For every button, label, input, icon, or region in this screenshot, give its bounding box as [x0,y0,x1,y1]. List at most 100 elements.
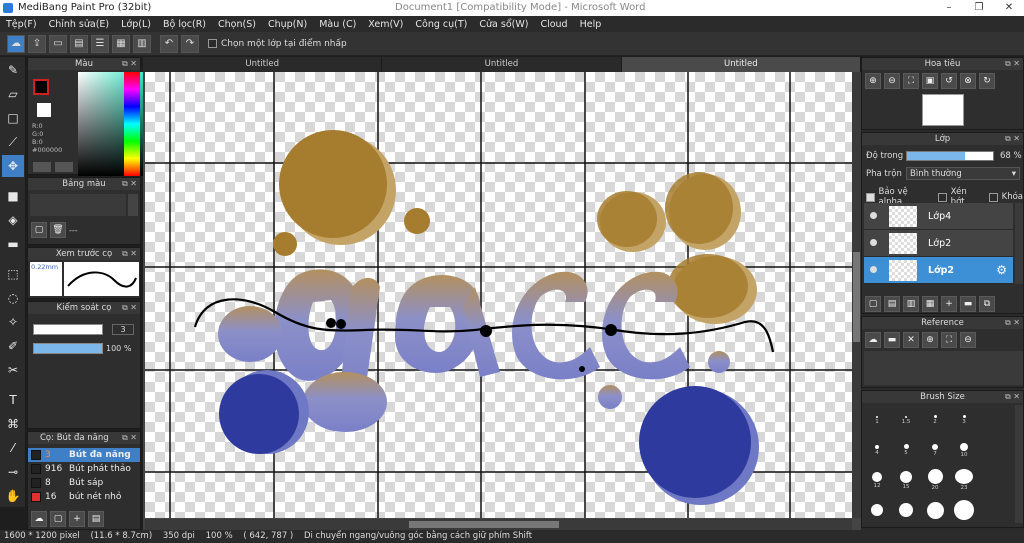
gear-icon[interactable]: ⚙ [996,263,1007,277]
brush-size-cell[interactable] [924,499,946,521]
background-color-swatch[interactable] [37,103,51,117]
canvas-vertical-scrollbar[interactable] [852,72,861,518]
panel-popout-icon[interactable]: ⧉ ✕ [1005,317,1020,329]
minimize-button[interactable]: – [934,0,964,16]
menu-view[interactable]: Xem(V) [368,19,403,30]
eye-icon[interactable] [870,239,877,246]
magic-wand-tool-icon[interactable]: ✧ [2,311,24,333]
menu-window[interactable]: Cửa sổ(W) [479,19,528,30]
redo-icon[interactable]: ↷ [181,34,199,53]
brush-size-cell[interactable]: 2 [924,409,946,431]
brush-size-cell[interactable]: 20 [924,469,946,491]
color-add-button[interactable] [33,162,51,172]
delete-icon[interactable]: ✕ [903,332,919,348]
text-tool-icon[interactable]: T [2,389,24,411]
swatch-scrollbar[interactable] [128,194,138,216]
select-pen-tool-icon[interactable]: ✐ [2,335,24,357]
brush-size-cell[interactable]: 12 [866,469,888,491]
panel-popout-icon[interactable]: ⧉ ✕ [1005,133,1020,145]
clipping-checkbox[interactable] [938,192,947,202]
dot-tool-icon[interactable]: ⟋ [2,131,24,153]
bucket-tool-icon[interactable]: ◈ [2,209,24,231]
brush-size-cell[interactable] [895,499,917,521]
gradient-tool-icon[interactable]: ▬ [2,233,24,255]
brush-size-cell[interactable]: 1.5 [895,409,917,431]
zoom-in-icon[interactable]: ⊕ [865,73,881,89]
lasso-tool-icon[interactable]: ◌ [2,287,24,309]
tab-untitled-2[interactable]: Untitled [382,57,622,72]
grid-icon[interactable]: ▦ [112,34,130,53]
select-layer-option[interactable]: Chọn một lớp tại điểm nhấp [208,39,347,49]
brush-size-cell[interactable]: 15 [895,469,917,491]
menu-cloud[interactable]: Cloud [540,19,567,30]
blend-mode-select[interactable]: Bình thường ▾ [906,167,1020,180]
select-eraser-tool-icon[interactable]: ✂ [2,359,24,381]
dropper-tool-icon[interactable]: ⊸ [2,461,24,483]
open-folder-icon[interactable]: ▬ [884,332,900,348]
navigator-thumbnail[interactable] [922,94,964,126]
brush-size-scrollbar[interactable] [1015,405,1023,523]
brush-size-cell[interactable]: 3 [953,409,975,431]
panel-popout-icon[interactable]: ⧉ ✕ [122,302,137,314]
brush-add-icon[interactable]: + [69,511,85,527]
close-button[interactable]: ✕ [994,0,1024,16]
cloud-icon[interactable]: ☁ [865,332,881,348]
cloud-icon[interactable]: ☁ [7,34,25,53]
menu-edit[interactable]: Chỉnh sửa(E) [49,19,110,30]
hand-tool-icon[interactable]: ✋ [2,485,24,507]
panel-popout-icon[interactable]: ⧉ ✕ [1005,391,1020,403]
panel-popout-icon[interactable]: ⧉ ✕ [122,58,137,70]
zoom-out-icon[interactable]: ⊖ [960,332,976,348]
eye-icon[interactable] [870,212,877,219]
menu-file[interactable]: Tệp(F) [6,19,37,30]
layer-scrollbar[interactable] [1015,203,1023,284]
select-rect-tool-icon[interactable]: ⬚ [2,263,24,285]
tab-untitled-3[interactable]: Untitled [621,57,861,72]
maximize-button[interactable]: ❐ [964,0,994,16]
divide-tool-icon[interactable]: ⌘ [2,413,24,435]
brush-size-slider[interactable] [33,324,103,335]
duplicate-layer-icon[interactable]: ⧉ [979,296,995,312]
menu-tools[interactable]: Công cụ(T) [415,19,467,30]
brush-tool-icon[interactable]: ✎ [2,59,24,81]
layer-opacity-slider[interactable] [906,151,994,161]
menu-select[interactable]: Chọn(S) [218,19,256,30]
zoom-in-icon[interactable]: ⊕ [922,332,938,348]
panel-popout-icon[interactable]: ⧉ ✕ [122,248,137,260]
lock-checkbox[interactable] [989,192,998,202]
rotate-left-icon[interactable]: ↺ [941,73,957,89]
document-icon[interactable]: ▤ [70,34,88,53]
drawing-canvas[interactable] [145,72,852,518]
brush-size-cell[interactable]: 5 [895,439,917,461]
panel-popout-icon[interactable]: ⧉ ✕ [122,178,137,190]
brush-size-value[interactable]: 3 [112,324,134,335]
brush-size-cell[interactable]: 23 [953,469,975,491]
brush-size-cell[interactable]: 4 [866,439,888,461]
layer-row[interactable]: Lớp2 [864,230,1013,257]
panel-popout-icon[interactable]: ⧉ ✕ [1005,58,1020,70]
color-remove-button[interactable] [55,162,73,172]
brush-cloud-icon[interactable]: ☁ [31,511,47,527]
brush-item[interactable]: 16 bút nét nhỏ [28,490,140,504]
select-layer-checkbox[interactable] [208,39,217,48]
layer-row[interactable]: Lớp2 ⚙ [864,257,1013,284]
menu-snap[interactable]: Chụp(N) [268,19,307,30]
comment-icon[interactable]: ▭ [49,34,67,53]
new-swatch-icon[interactable]: ▢ [31,222,47,238]
rect-tool-icon[interactable]: □ [2,107,24,129]
fill-rect-tool-icon[interactable]: ■ [2,185,24,207]
brush-size-cell[interactable]: 7 [924,439,946,461]
brush-size-cell[interactable]: 1 [866,409,888,431]
brush-item[interactable]: 8 Bút sáp [28,476,140,490]
brush-size-cell[interactable]: 10 [953,439,975,461]
zoom-reset-icon[interactable]: ▣ [922,73,938,89]
move-tool-icon[interactable]: ✥ [2,155,24,177]
fit-icon[interactable]: ⛶ [941,332,957,348]
menu-filter[interactable]: Bộ lọc(R) [163,19,206,30]
brush-item[interactable]: 3 Bút đa năng [28,448,140,462]
eraser-tool-icon[interactable]: ▱ [2,83,24,105]
rotate-reset-icon[interactable]: ⊗ [960,73,976,89]
protect-alpha-checkbox[interactable] [866,192,875,202]
brush-new-icon[interactable]: ▢ [50,511,66,527]
brush-size-cell[interactable] [866,499,888,521]
